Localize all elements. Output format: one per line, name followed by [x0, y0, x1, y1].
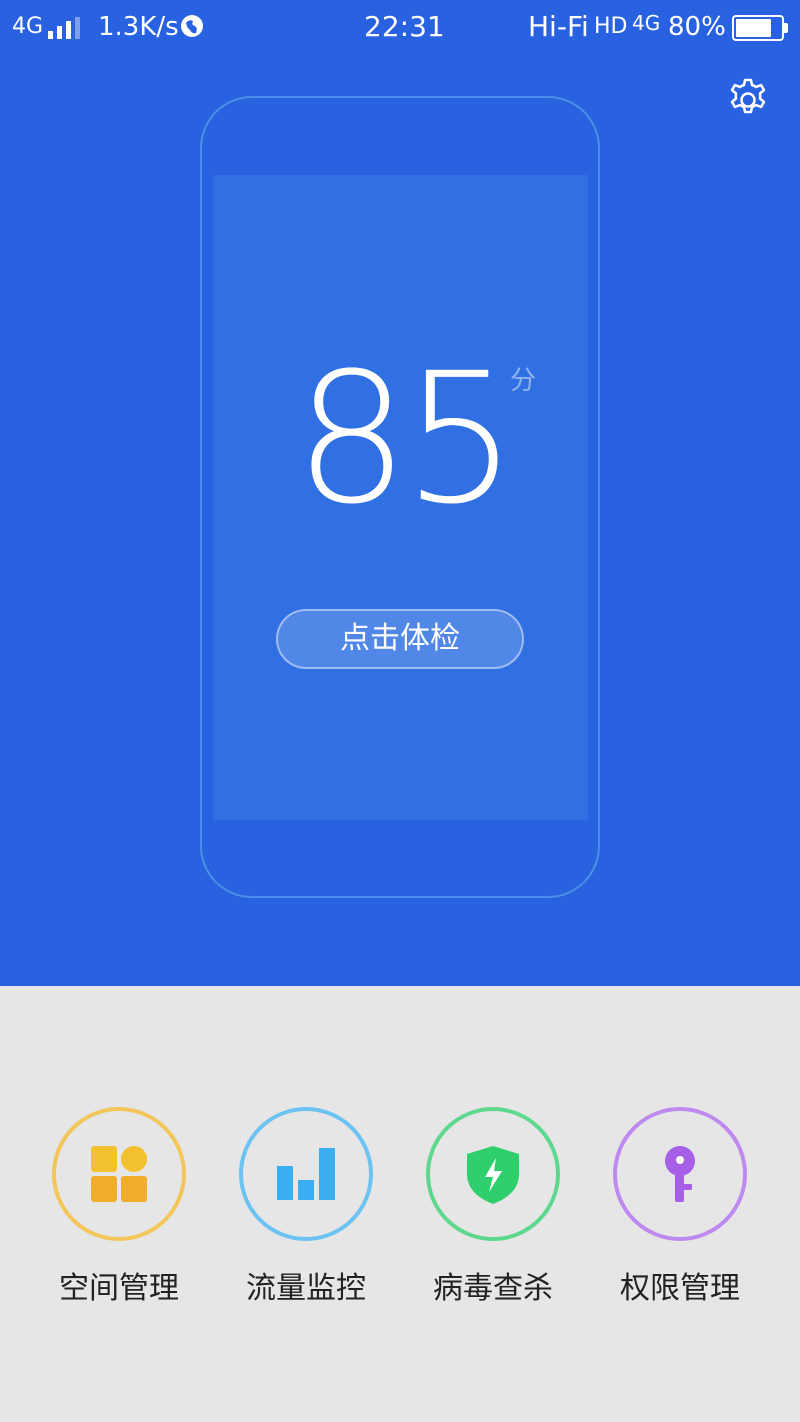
battery-percent: 80% — [668, 12, 726, 42]
feature-permission-management[interactable]: 权限管理 — [613, 1107, 749, 1317]
feature-virus-scan[interactable]: 病毒查杀 — [426, 1107, 562, 1317]
battery-icon — [732, 15, 788, 41]
feature-label: 流量监控 — [246, 1271, 366, 1306]
network-type-2: 4G — [632, 11, 661, 35]
gear-icon[interactable] — [724, 74, 772, 122]
checkup-button[interactable]: 点击体检 — [276, 609, 524, 669]
health-score: 85 — [294, 335, 517, 544]
bar-chart-icon — [277, 1148, 335, 1200]
hifi-indicator: Hi-Fi — [528, 10, 589, 43]
feature-label: 空间管理 — [59, 1271, 179, 1306]
hd-indicator: HD — [594, 14, 628, 39]
network-type: 4G — [12, 14, 44, 39]
feature-label: 权限管理 — [620, 1271, 740, 1306]
feature-space-management[interactable]: 空间管理 — [52, 1107, 188, 1317]
status-bar: 4G 1.3K/s 22:31 Hi-Fi HD 4G 80% — [0, 0, 800, 56]
signal-icon — [48, 17, 82, 39]
sync-icon — [181, 15, 203, 37]
feature-label: 病毒查杀 — [433, 1271, 553, 1306]
network-speed: 1.3K/s — [98, 12, 179, 42]
shield-bolt-icon — [467, 1146, 519, 1204]
feature-traffic-monitor[interactable]: 流量监控 — [239, 1107, 375, 1317]
clock: 22:31 — [364, 10, 445, 43]
key-icon — [665, 1146, 695, 1202]
grid-icon — [91, 1146, 147, 1202]
score-unit: 分 — [510, 366, 537, 396]
